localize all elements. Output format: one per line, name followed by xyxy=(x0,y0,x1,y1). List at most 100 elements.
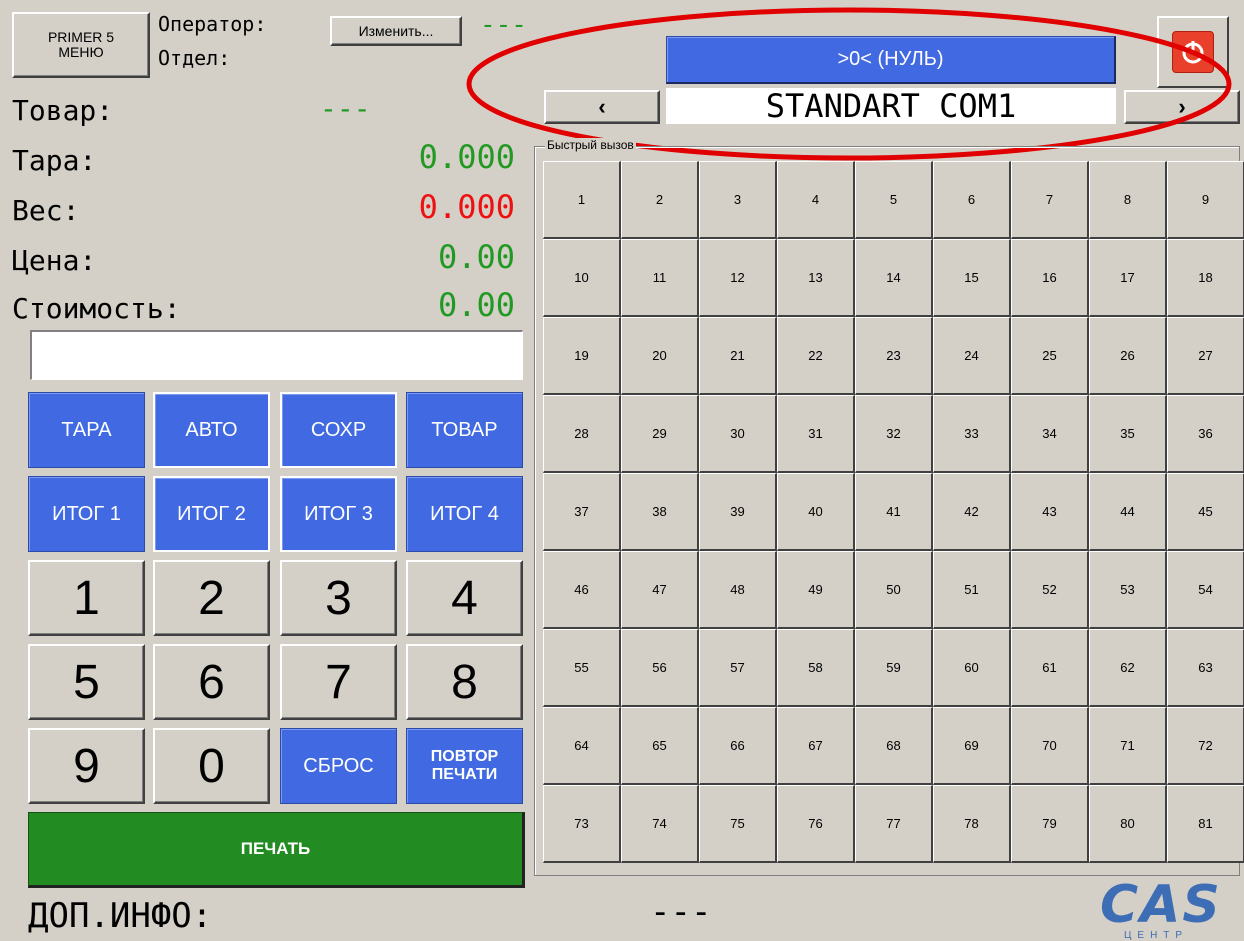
key-0[interactable]: 0 xyxy=(153,728,270,804)
quick-key-70[interactable]: 70 xyxy=(1011,707,1089,785)
quick-key-3[interactable]: 3 xyxy=(699,161,777,239)
quick-key-34[interactable]: 34 xyxy=(1011,395,1089,473)
quick-key-43[interactable]: 43 xyxy=(1011,473,1089,551)
quick-key-79[interactable]: 79 xyxy=(1011,785,1089,863)
key-9[interactable]: 9 xyxy=(28,728,145,804)
quick-key-11[interactable]: 11 xyxy=(621,239,699,317)
product-button[interactable]: ТОВАР xyxy=(406,392,523,468)
quick-key-71[interactable]: 71 xyxy=(1089,707,1167,785)
key-8[interactable]: 8 xyxy=(406,644,523,720)
code-input[interactable] xyxy=(30,330,523,380)
quick-key-54[interactable]: 54 xyxy=(1167,551,1244,629)
quick-key-47[interactable]: 47 xyxy=(621,551,699,629)
quick-key-53[interactable]: 53 xyxy=(1089,551,1167,629)
quick-key-22[interactable]: 22 xyxy=(777,317,855,395)
quick-key-2[interactable]: 2 xyxy=(621,161,699,239)
quick-key-32[interactable]: 32 xyxy=(855,395,933,473)
quick-key-57[interactable]: 57 xyxy=(699,629,777,707)
quick-key-80[interactable]: 80 xyxy=(1089,785,1167,863)
quick-key-12[interactable]: 12 xyxy=(699,239,777,317)
quick-key-55[interactable]: 55 xyxy=(543,629,621,707)
key-2[interactable]: 2 xyxy=(153,560,270,636)
zero-button[interactable]: >0< (НУЛЬ) xyxy=(666,36,1116,84)
quick-key-52[interactable]: 52 xyxy=(1011,551,1089,629)
quick-key-7[interactable]: 7 xyxy=(1011,161,1089,239)
quick-key-72[interactable]: 72 xyxy=(1167,707,1244,785)
quick-key-17[interactable]: 17 xyxy=(1089,239,1167,317)
quick-key-18[interactable]: 18 xyxy=(1167,239,1244,317)
quick-key-1[interactable]: 1 xyxy=(543,161,621,239)
quick-key-8[interactable]: 8 xyxy=(1089,161,1167,239)
quick-key-4[interactable]: 4 xyxy=(777,161,855,239)
quick-key-67[interactable]: 67 xyxy=(777,707,855,785)
quick-key-37[interactable]: 37 xyxy=(543,473,621,551)
quick-key-44[interactable]: 44 xyxy=(1089,473,1167,551)
quick-key-45[interactable]: 45 xyxy=(1167,473,1244,551)
quick-key-68[interactable]: 68 xyxy=(855,707,933,785)
quick-key-38[interactable]: 38 xyxy=(621,473,699,551)
reset-button[interactable]: СБРОС xyxy=(280,728,397,804)
quick-key-66[interactable]: 66 xyxy=(699,707,777,785)
print-button[interactable]: ПЕЧАТЬ xyxy=(28,812,525,888)
quick-key-19[interactable]: 19 xyxy=(543,317,621,395)
key-1[interactable]: 1 xyxy=(28,560,145,636)
auto-button[interactable]: АВТО xyxy=(153,392,270,468)
key-7[interactable]: 7 xyxy=(280,644,397,720)
quick-key-62[interactable]: 62 xyxy=(1089,629,1167,707)
quick-key-33[interactable]: 33 xyxy=(933,395,1011,473)
quick-key-61[interactable]: 61 xyxy=(1011,629,1089,707)
total3-button[interactable]: ИТОГ 3 xyxy=(280,476,397,552)
key-6[interactable]: 6 xyxy=(153,644,270,720)
quick-key-50[interactable]: 50 xyxy=(855,551,933,629)
quick-key-48[interactable]: 48 xyxy=(699,551,777,629)
quick-key-15[interactable]: 15 xyxy=(933,239,1011,317)
quick-key-35[interactable]: 35 xyxy=(1089,395,1167,473)
quick-key-31[interactable]: 31 xyxy=(777,395,855,473)
save-button[interactable]: СОХР xyxy=(280,392,397,468)
total4-button[interactable]: ИТОГ 4 xyxy=(406,476,523,552)
quick-key-63[interactable]: 63 xyxy=(1167,629,1244,707)
quick-key-49[interactable]: 49 xyxy=(777,551,855,629)
tare-button[interactable]: ТАРА xyxy=(28,392,145,468)
quick-key-9[interactable]: 9 xyxy=(1167,161,1244,239)
quick-key-39[interactable]: 39 xyxy=(699,473,777,551)
prev-scale-button[interactable]: ‹ xyxy=(544,90,660,124)
quick-key-10[interactable]: 10 xyxy=(543,239,621,317)
quick-key-60[interactable]: 60 xyxy=(933,629,1011,707)
quick-key-69[interactable]: 69 xyxy=(933,707,1011,785)
menu-button[interactable]: PRIMER 5 МЕНЮ xyxy=(12,12,150,78)
quick-key-77[interactable]: 77 xyxy=(855,785,933,863)
quick-key-29[interactable]: 29 xyxy=(621,395,699,473)
quick-key-46[interactable]: 46 xyxy=(543,551,621,629)
next-scale-button[interactable]: › xyxy=(1124,90,1240,124)
quick-key-42[interactable]: 42 xyxy=(933,473,1011,551)
quick-key-58[interactable]: 58 xyxy=(777,629,855,707)
key-3[interactable]: 3 xyxy=(280,560,397,636)
quick-key-25[interactable]: 25 xyxy=(1011,317,1089,395)
quick-key-24[interactable]: 24 xyxy=(933,317,1011,395)
quick-key-21[interactable]: 21 xyxy=(699,317,777,395)
total2-button[interactable]: ИТОГ 2 xyxy=(153,476,270,552)
quick-key-14[interactable]: 14 xyxy=(855,239,933,317)
reprint-button[interactable]: ПОВТОР ПЕЧАТИ xyxy=(406,728,523,804)
quick-key-23[interactable]: 23 xyxy=(855,317,933,395)
quick-key-13[interactable]: 13 xyxy=(777,239,855,317)
quick-key-56[interactable]: 56 xyxy=(621,629,699,707)
quick-key-28[interactable]: 28 xyxy=(543,395,621,473)
quick-key-75[interactable]: 75 xyxy=(699,785,777,863)
quick-key-65[interactable]: 65 xyxy=(621,707,699,785)
quick-key-74[interactable]: 74 xyxy=(621,785,699,863)
key-5[interactable]: 5 xyxy=(28,644,145,720)
quick-key-59[interactable]: 59 xyxy=(855,629,933,707)
quick-key-73[interactable]: 73 xyxy=(543,785,621,863)
quick-key-41[interactable]: 41 xyxy=(855,473,933,551)
quick-key-36[interactable]: 36 xyxy=(1167,395,1244,473)
quick-key-81[interactable]: 81 xyxy=(1167,785,1244,863)
quick-key-76[interactable]: 76 xyxy=(777,785,855,863)
quick-key-26[interactable]: 26 xyxy=(1089,317,1167,395)
quick-key-40[interactable]: 40 xyxy=(777,473,855,551)
quick-key-51[interactable]: 51 xyxy=(933,551,1011,629)
total1-button[interactable]: ИТОГ 1 xyxy=(28,476,145,552)
quick-key-16[interactable]: 16 xyxy=(1011,239,1089,317)
quick-key-27[interactable]: 27 xyxy=(1167,317,1244,395)
